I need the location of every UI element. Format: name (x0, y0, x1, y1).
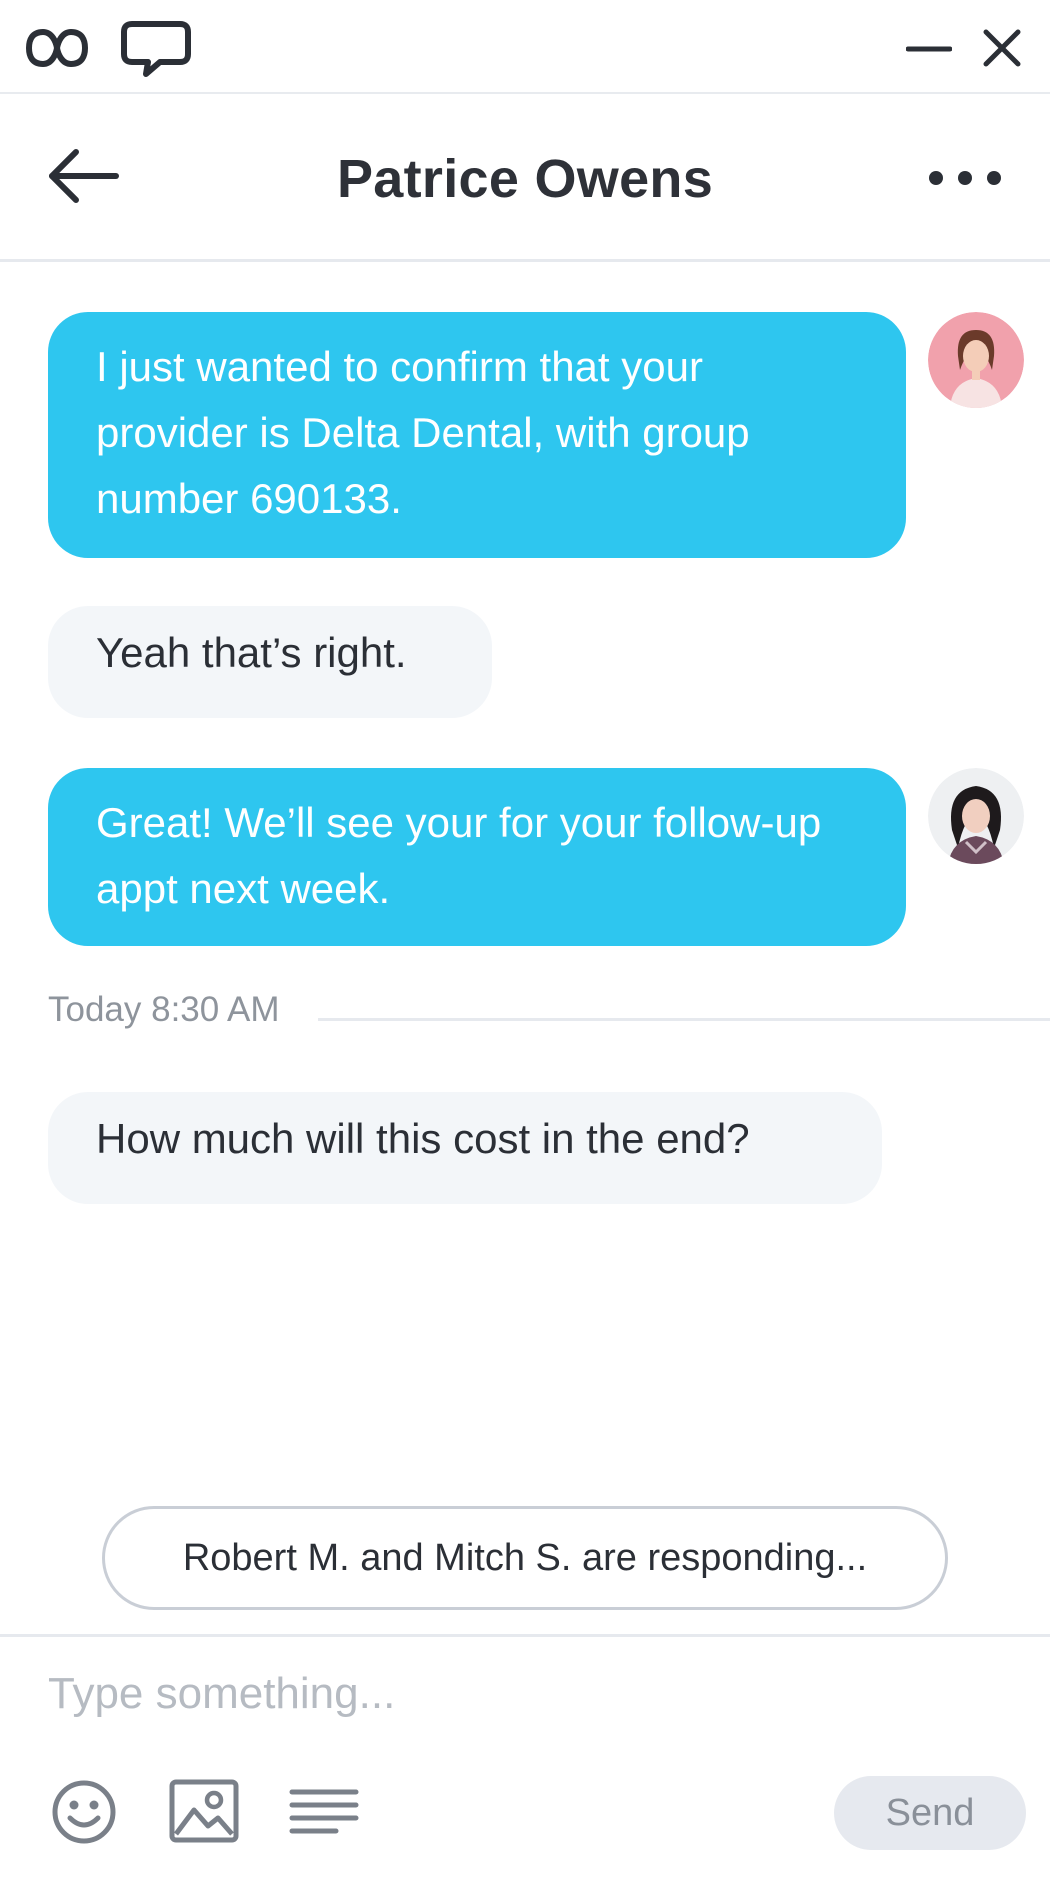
close-icon[interactable] (982, 28, 1022, 68)
contact-name: Patrice Owens (336, 149, 714, 209)
agent-avatar (928, 768, 1024, 864)
image-icon[interactable] (168, 1778, 240, 1844)
infinity-logo-icon (26, 29, 88, 67)
typing-indicator: Robert M. and Mitch S. are responding... (102, 1506, 948, 1610)
more-horizontal-icon[interactable] (926, 166, 1004, 190)
message-bubble-outgoing: I just wanted to confirm that your provi… (48, 312, 906, 558)
text-format-icon[interactable] (288, 1786, 360, 1838)
conversation-header: Patrice Owens (0, 96, 1050, 262)
message-bubble-incoming: Yeah that’s right. (48, 606, 492, 718)
chat-bubble-icon[interactable] (120, 18, 192, 78)
message-bubble-outgoing: Great! We’ll see your for your follow-up… (48, 768, 906, 946)
timestamp-label: Today 8:30 AM (48, 990, 294, 1030)
message-input[interactable] (48, 1664, 998, 1724)
timestamp-divider-line (318, 1018, 1050, 1021)
agent-avatar (928, 312, 1024, 408)
window-top-bar (0, 0, 1050, 94)
message-bubble-incoming: How much will this cost in the end? (48, 1092, 882, 1204)
composer-divider (0, 1634, 1050, 1637)
emoji-icon[interactable] (50, 1778, 118, 1846)
minimize-icon[interactable] (906, 30, 952, 66)
send-button[interactable]: Send (834, 1776, 1026, 1850)
